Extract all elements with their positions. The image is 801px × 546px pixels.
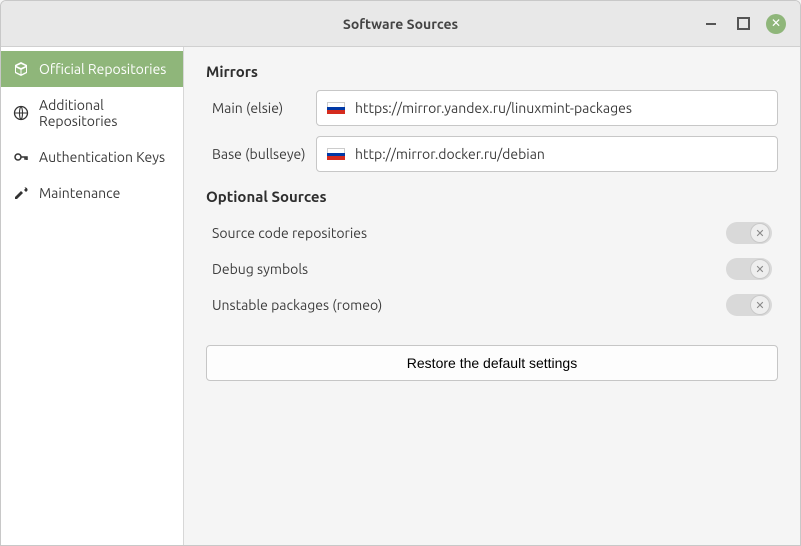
flag-ru-icon [327,148,345,160]
sidebar-item-official-repositories[interactable]: Official Repositories [1,51,183,87]
sidebar-item-additional-repositories[interactable]: Additional Repositories [1,87,183,139]
optional-unstable-row: Unstable packages (romeo) ✕ [206,287,778,323]
sidebar-item-maintenance[interactable]: Maintenance [1,175,183,211]
cube-icon [13,61,29,77]
restore-defaults-button[interactable]: Restore the default settings [206,345,778,381]
mirror-main-selector[interactable]: https://mirror.yandex.ru/linuxmint-packa… [316,90,778,126]
titlebar[interactable]: Software Sources [1,1,800,47]
toggle-source-code[interactable]: ✕ [726,222,772,244]
x-icon: ✕ [750,223,770,243]
sidebar-item-authentication-keys[interactable]: Authentication Keys [1,139,183,175]
mirror-row-main: Main (elsie) https://mirror.yandex.ru/li… [206,90,778,126]
optional-source-code-row: Source code repositories ✕ [206,215,778,251]
mirror-main-url: https://mirror.yandex.ru/linuxmint-packa… [355,100,632,116]
toggle-unstable-packages[interactable]: ✕ [726,294,772,316]
mirror-main-label: Main (elsie) [206,100,306,116]
optional-debug-label: Debug symbols [212,261,726,277]
mirror-row-base: Base (bullseye) http://mirror.docker.ru/… [206,136,778,172]
window-body: Official Repositories Additional Reposit… [1,47,800,545]
toggle-debug-symbols[interactable]: ✕ [726,258,772,280]
close-button[interactable] [766,14,786,34]
maximize-button[interactable] [734,15,752,33]
sidebar: Official Repositories Additional Reposit… [1,47,184,545]
flag-ru-icon [327,102,345,114]
mirror-base-url: http://mirror.docker.ru/debian [355,146,545,162]
window-title: Software Sources [1,16,800,32]
optional-source-code-label: Source code repositories [212,225,726,241]
sidebar-item-label: Maintenance [39,185,120,201]
tools-icon [13,185,29,201]
minimize-button[interactable] [702,15,720,33]
optional-unstable-label: Unstable packages (romeo) [212,297,726,313]
x-icon: ✕ [750,295,770,315]
mirrors-heading: Mirrors [206,63,778,80]
optional-sources-heading: Optional Sources [206,188,778,205]
mirror-base-label: Base (bullseye) [206,146,306,162]
window-controls [702,14,800,34]
sidebar-item-label: Authentication Keys [39,149,165,165]
software-sources-window: Software Sources Official Repositories A… [0,0,801,546]
x-icon: ✕ [750,259,770,279]
optional-debug-row: Debug symbols ✕ [206,251,778,287]
key-icon [13,149,29,165]
sidebar-item-label: Official Repositories [39,61,166,77]
mirror-base-selector[interactable]: http://mirror.docker.ru/debian [316,136,778,172]
sidebar-item-label: Additional Repositories [39,97,171,129]
globe-icon [13,105,29,121]
content-pane: Mirrors Main (elsie) https://mirror.yand… [184,47,800,545]
